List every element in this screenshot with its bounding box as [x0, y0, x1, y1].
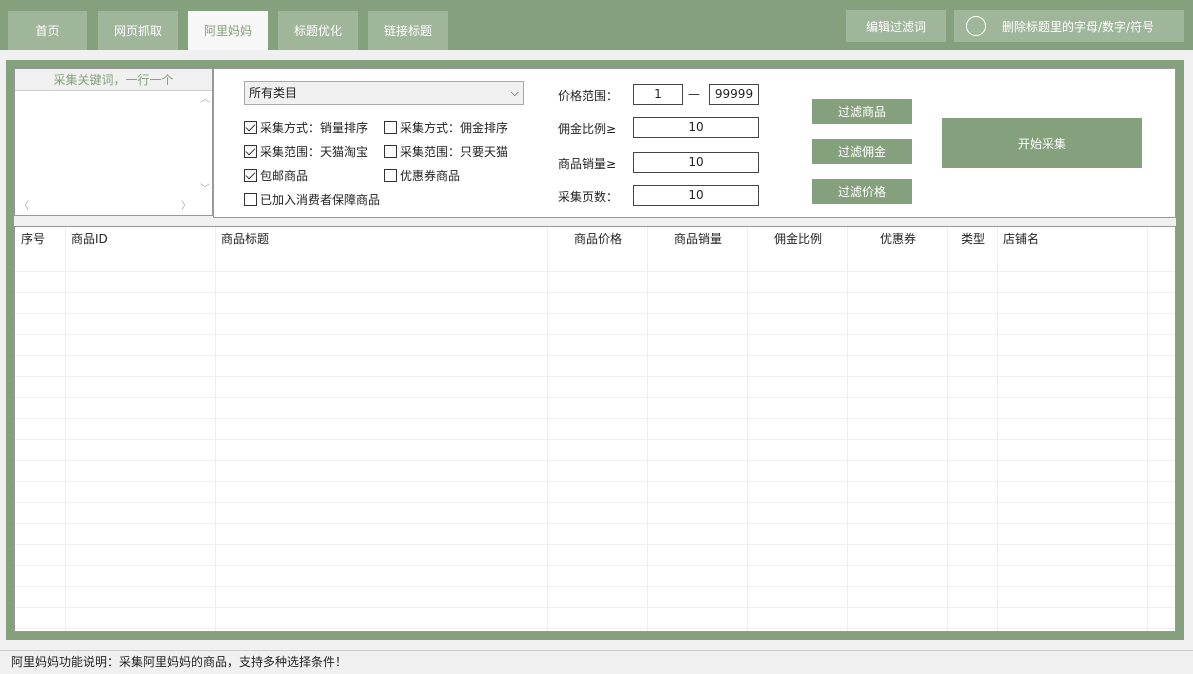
price-min-input[interactable]: 1	[633, 84, 683, 105]
checkbox-coupon-goods[interactable]: 优惠券商品	[384, 167, 460, 184]
category-selected-value: 所有类目	[249, 86, 298, 100]
price-max-input[interactable]: 99999	[709, 84, 759, 105]
table-row-line	[15, 418, 1175, 419]
table-row-line	[15, 355, 1175, 356]
checkbox-scope-tmall-taobao[interactable]: 采集范围：天猫淘宝	[244, 143, 368, 160]
checkbox-label: 采集方式：销量排序	[260, 121, 369, 135]
column-header-price[interactable]: 商品价格	[548, 227, 648, 251]
price-dash: —	[688, 87, 700, 101]
checkbox-box[interactable]	[244, 121, 257, 134]
column-divider	[647, 227, 648, 631]
checkbox-sort-by-commission[interactable]: 采集方式：佣金排序	[384, 119, 508, 136]
checkbox-consumer-protection[interactable]: 已加入消费者保障商品	[244, 191, 380, 208]
table-row-line	[15, 628, 1175, 629]
column-divider	[1147, 227, 1148, 631]
column-header-product-title[interactable]: 商品标题	[221, 227, 269, 251]
filter-commission-button[interactable]: 过滤佣金	[812, 139, 912, 164]
column-header-product-id[interactable]: 商品ID	[71, 227, 108, 251]
remove-chars-label: 删除标题里的字母/数字/符号	[1002, 19, 1155, 34]
table-row-line	[15, 334, 1175, 335]
column-header-index[interactable]: 序号	[21, 227, 45, 251]
checkbox-label: 优惠券商品	[400, 169, 461, 183]
price-range-label: 价格范围：	[558, 89, 619, 103]
checkbox-scope-tmall-only[interactable]: 采集范围：只要天猫	[384, 143, 508, 160]
checkbox-label: 采集方式：佣金排序	[400, 121, 509, 135]
table-row-line	[15, 502, 1175, 503]
table-row-line	[15, 397, 1175, 398]
table-row-line	[15, 271, 1175, 272]
checkbox-box[interactable]	[384, 121, 397, 134]
commission-label: 佣金比例≥	[558, 122, 617, 136]
column-header-sales[interactable]: 商品销量	[648, 227, 748, 251]
table-row-line	[15, 481, 1175, 482]
table-row-line	[15, 565, 1175, 566]
chevron-down-icon[interactable]: ⌵	[511, 82, 519, 104]
tab-web-scrape[interactable]: 网页抓取	[98, 11, 178, 50]
main-content: 采集关键词，一行一个 ︿ ﹀ 〈 〉 所有类目 ⌵ 采集方式：销量排序 采集方式…	[14, 68, 1176, 632]
column-divider	[847, 227, 848, 631]
checkbox-box[interactable]	[384, 145, 397, 158]
checkbox-box[interactable]	[384, 169, 397, 182]
tab-alimama[interactable]: 阿里妈妈	[188, 11, 268, 50]
table-row-line	[15, 544, 1175, 545]
tab-link-title[interactable]: 链接标题	[368, 11, 448, 50]
column-divider	[947, 227, 948, 631]
scroll-left-icon[interactable]: 〈	[19, 202, 29, 212]
keyword-panel: 采集关键词，一行一个 ︿ ﹀ 〈 〉	[14, 68, 213, 216]
column-divider	[747, 227, 748, 631]
checkbox-sort-by-sales[interactable]: 采集方式：销量排序	[244, 119, 368, 136]
keyword-horizontal-scrollbar[interactable]: 〈 〉	[15, 200, 198, 215]
sales-input[interactable]: 10	[633, 152, 759, 173]
edit-filter-words-button[interactable]: 编辑过滤词	[846, 10, 946, 42]
table-row-line	[15, 313, 1175, 314]
keyword-textarea[interactable]	[15, 91, 198, 201]
column-header-commission[interactable]: 佣金比例	[748, 227, 848, 251]
checkbox-box[interactable]	[244, 169, 257, 182]
table-row-line	[15, 523, 1175, 524]
table-row-line	[15, 607, 1175, 608]
table-row-line	[15, 460, 1175, 461]
tab-home[interactable]: 首页	[8, 11, 87, 50]
scroll-up-icon[interactable]: ︿	[200, 95, 210, 105]
checkbox-box[interactable]	[244, 193, 257, 206]
scroll-down-icon[interactable]: ﹀	[200, 185, 210, 195]
column-header-coupon[interactable]: 优惠券	[848, 227, 948, 251]
checkbox-free-shipping[interactable]: 包邮商品	[244, 167, 308, 184]
checkbox-label: 包邮商品	[260, 169, 309, 183]
table-row-line	[15, 292, 1175, 293]
pages-label: 采集页数：	[558, 190, 619, 204]
sales-label: 商品销量≥	[558, 157, 617, 171]
table-row-line	[15, 439, 1175, 440]
options-panel: 所有类目 ⌵ 采集方式：销量排序 采集方式：佣金排序 采集范围：天猫淘宝 采集范…	[213, 68, 1176, 218]
filter-goods-button[interactable]: 过滤商品	[812, 99, 912, 124]
column-header-type[interactable]: 类型	[948, 227, 998, 251]
commission-input[interactable]: 10	[633, 117, 759, 138]
keyword-panel-title: 采集关键词，一行一个	[15, 69, 212, 91]
remove-chars-toggle[interactable]: 删除标题里的字母/数字/符号	[954, 10, 1184, 42]
checkbox-label: 已加入消费者保障商品	[260, 193, 381, 207]
tab-title-optimize[interactable]: 标题优化	[278, 11, 358, 50]
status-bar: 阿里妈妈功能说明：采集阿里妈妈的商品，支持多种选择条件！	[0, 650, 1193, 674]
checkbox-box[interactable]	[244, 145, 257, 158]
main-frame: 采集关键词，一行一个 ︿ ﹀ 〈 〉 所有类目 ⌵ 采集方式：销量排序 采集方式…	[6, 60, 1184, 640]
column-divider	[215, 227, 216, 631]
column-divider	[65, 227, 66, 631]
pages-input[interactable]: 10	[633, 185, 759, 206]
table-row-line	[15, 586, 1175, 587]
filter-price-button[interactable]: 过滤价格	[812, 179, 912, 204]
table-row-line	[15, 376, 1175, 377]
checkbox-label: 采集范围：天猫淘宝	[260, 145, 369, 159]
status-text: 阿里妈妈功能说明：采集阿里妈妈的商品，支持多种选择条件！	[11, 655, 348, 669]
results-table[interactable]: 序号 商品ID 商品标题 商品价格 商品销量 佣金比例 优惠券 类型 店铺名	[14, 226, 1176, 632]
column-divider	[997, 227, 998, 631]
scroll-right-icon[interactable]: 〉	[181, 202, 191, 212]
column-header-shop[interactable]: 店铺名	[1003, 227, 1039, 251]
checkbox-label: 采集范围：只要天猫	[400, 145, 509, 159]
top-bar: 首页 网页抓取 阿里妈妈 标题优化 链接标题 编辑过滤词 删除标题里的字母/数字…	[0, 0, 1193, 50]
category-select[interactable]: 所有类目 ⌵	[244, 81, 524, 105]
radio-circle-icon[interactable]	[966, 16, 986, 36]
keyword-vertical-scrollbar[interactable]: ︿ ﹀	[197, 91, 212, 201]
column-divider	[547, 227, 548, 631]
start-collect-button[interactable]: 开始采集	[942, 118, 1142, 168]
